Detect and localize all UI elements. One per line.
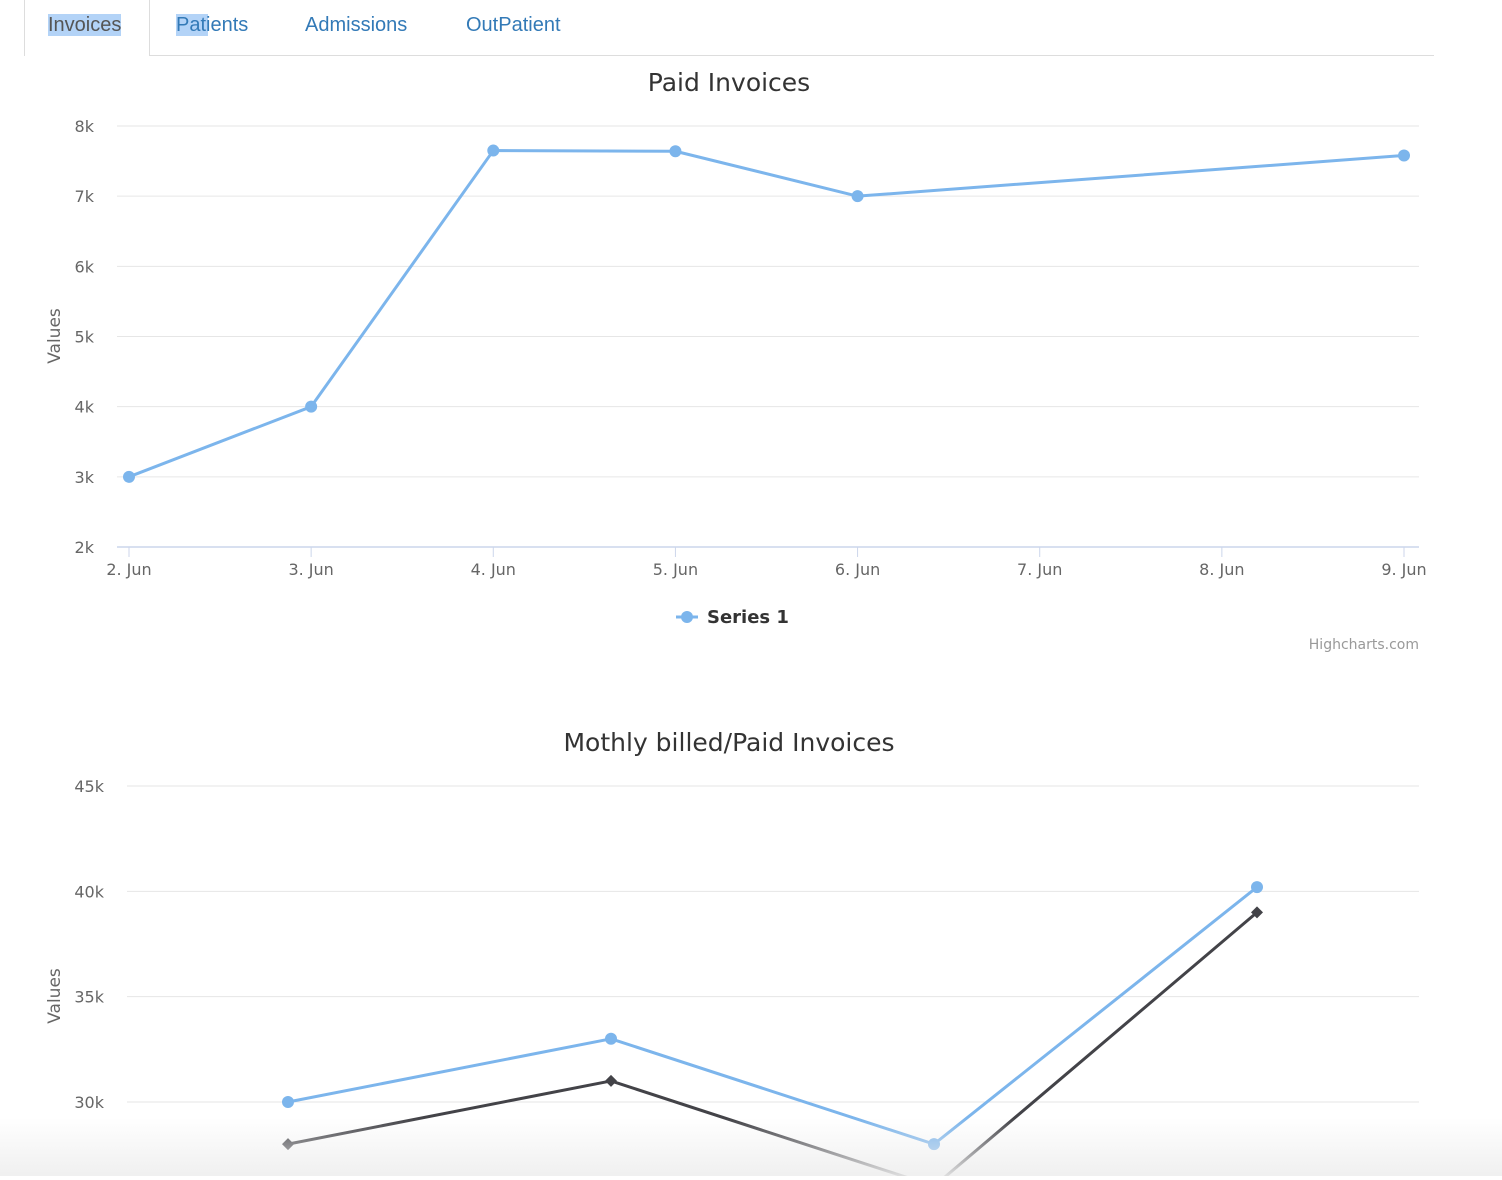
tab-admissions-label: Admissions: [305, 14, 408, 36]
tab-bar: Invoices Patients Admissions OutPatient: [24, 0, 1434, 56]
y-tick-label: 5k: [75, 328, 95, 347]
x-tick-label: 5. Jun: [653, 560, 698, 579]
tab-admissions[interactable]: Admissions: [305, 0, 445, 55]
y-tick-label: 35k: [74, 988, 104, 1007]
data-point[interactable]: [282, 1096, 294, 1108]
data-point[interactable]: [487, 144, 500, 157]
series-line: [128, 149, 1405, 479]
x-tick-label: 6. Jun: [835, 560, 880, 579]
x-ticks: [128, 547, 1405, 557]
data-point[interactable]: [282, 1138, 294, 1151]
series-1: [123, 144, 1410, 483]
paid-invoices-svg: Paid Invoices 2k 3k 4k 5k 6k 7k 8k Values 2. J…: [45, 68, 1427, 653]
x-tick-label: 7. Jun: [1017, 560, 1062, 579]
series-1-line: [287, 885, 1258, 1146]
y-tick-label: 8k: [75, 117, 95, 136]
y-tick-label: 3k: [75, 468, 95, 487]
series-2-line: [287, 911, 1258, 1180]
legend-item-series-1[interactable]: Series 1: [707, 607, 789, 628]
credits-link[interactable]: Highcharts.com: [1309, 637, 1419, 653]
data-point[interactable]: [123, 470, 135, 483]
y-tick-labels: 30k 35k 40k 45k: [74, 777, 104, 1112]
y-tick-label: 45k: [74, 777, 104, 796]
data-point[interactable]: [928, 1138, 940, 1151]
y-tick-label: 40k: [74, 882, 104, 901]
x-tick-label: 2. Jun: [106, 560, 151, 579]
legend[interactable]: Series 1: [676, 607, 789, 628]
monthly-billed-paid-chart: Mothly billed/Paid Invoices 30k 35k 40k 45k…: [24, 716, 1434, 1180]
x-tick-label: 8. Jun: [1199, 560, 1244, 579]
tab-invoices-label: Invoices: [48, 14, 122, 36]
y-gridlines: [117, 125, 1419, 478]
data-point[interactable]: [851, 190, 864, 203]
chart-title: Mothly billed/Paid Invoices: [563, 728, 894, 757]
y-gridlines: [127, 785, 1419, 1103]
y-axis-title: Values: [45, 308, 65, 364]
y-tick-labels: 2k 3k 4k 5k 6k 7k 8k: [75, 117, 95, 557]
tab-invoices[interactable]: Invoices: [24, 0, 150, 56]
x-tick-labels: 2. Jun 3. Jun 4. Jun 5. Jun 6. Jun 7. Jun 8. J…: [106, 560, 1426, 579]
tab-patients[interactable]: Patients: [176, 0, 286, 55]
data-point[interactable]: [669, 145, 682, 158]
monthly-billed-paid-svg: Mothly billed/Paid Invoices 30k 35k 40k 45k…: [45, 728, 1419, 1180]
data-point[interactable]: [1398, 149, 1410, 162]
x-tick-label: 4. Jun: [471, 560, 516, 579]
x-tick-label: 3. Jun: [288, 560, 333, 579]
data-point[interactable]: [605, 1032, 617, 1045]
y-tick-label: 30k: [74, 1093, 104, 1112]
y-axis-title: Values: [45, 968, 65, 1024]
y-tick-label: 2k: [75, 538, 95, 557]
tab-outpatient[interactable]: OutPatient: [466, 0, 606, 55]
y-tick-label: 6k: [75, 257, 95, 276]
y-tick-label: 4k: [75, 398, 95, 417]
chart-title: Paid Invoices: [648, 68, 810, 97]
series-group: [282, 881, 1263, 1180]
paid-invoices-chart: Paid Invoices 2k 3k 4k 5k 6k 7k 8k Values 2. J…: [24, 56, 1434, 660]
x-tick-label: 9. Jun: [1381, 560, 1426, 579]
data-point[interactable]: [305, 400, 318, 413]
tab-outpatient-label: OutPatient: [466, 14, 561, 36]
legend-symbol-marker: [681, 611, 693, 623]
data-point[interactable]: [1251, 881, 1263, 894]
y-tick-label: 7k: [75, 187, 95, 206]
data-point[interactable]: [605, 1074, 617, 1087]
tab-patients-label: Patients: [176, 14, 249, 36]
